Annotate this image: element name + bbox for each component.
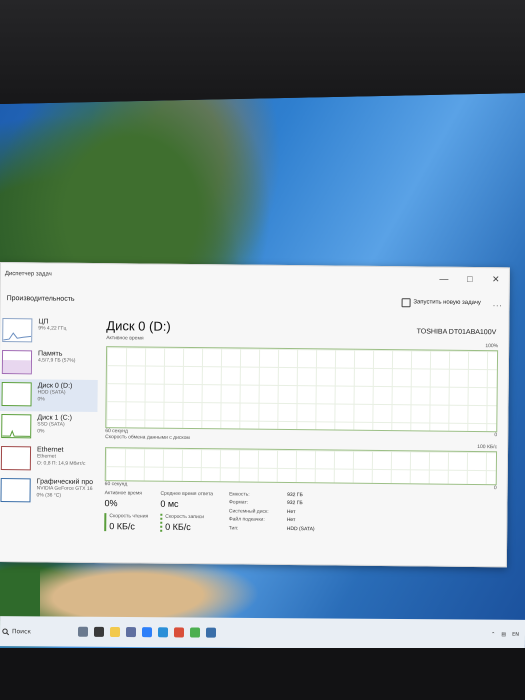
prop-key: Формат: (228, 499, 249, 507)
sidebar-item-sub2: 0% (36 °C) (36, 492, 62, 499)
network-icon[interactable]: ▤ (501, 632, 506, 638)
chevron-up-icon[interactable]: ⌃ (491, 632, 495, 638)
sidebar-item-ethernet[interactable]: Ethernet Ethernet О: 0,8 П: 14,9 Мбит/с (0, 443, 97, 476)
app-icon[interactable] (93, 626, 105, 637)
axis-zero-label: 0 (493, 485, 497, 492)
disk-detail-panel: Диск 0 (D:) TOSHIBA DT01ABA100V Активное… (104, 318, 498, 562)
sidebar-item-gpu[interactable]: Графический про NVIDIA GeForce GTX 16 0%… (0, 475, 97, 508)
prop-value: 932 ГБ (287, 492, 303, 499)
disk1-mini-graph (1, 414, 32, 439)
prop-key: Системный диск: (228, 508, 269, 515)
response-time-value: 0 мс (160, 498, 179, 509)
sidebar-item-sub: 4,5/7,9 ГБ (57%) (37, 357, 76, 364)
gpu-mini-graph (0, 478, 31, 503)
memory-fill (2, 360, 31, 374)
cpu-sparkline (3, 332, 32, 341)
read-speed-value: 0 КБ/с (109, 521, 135, 532)
taskbar: Поиск ⌃ ▤ EN (0, 616, 525, 650)
write-speed-value: 0 КБ/с (165, 521, 191, 533)
sidebar-item-sub2: 0% (37, 396, 45, 403)
performance-sidebar: ЦП 9% 4,22 ГГц Память 4,5/7,9 ГБ (57%) Д… (0, 315, 98, 562)
memory-mini-graph (1, 350, 33, 375)
sidebar-item-memory[interactable]: Память 4,5/7,9 ГБ (57%) (0, 347, 98, 380)
active-time-max: 100% (485, 343, 499, 350)
close-icon[interactable]: ✕ (483, 274, 509, 285)
disk0-mini-graph (1, 382, 32, 407)
transfer-rate-max: 100 КБ/с (477, 444, 498, 451)
sidebar-item-disk0[interactable]: Диск 0 (D:) HDD (SATA) 0% (0, 379, 98, 413)
disk-model: TOSHIBA DT01ABA100V (416, 328, 497, 337)
prop-key: Емкость: (229, 491, 250, 498)
search-label: Поиск (11, 627, 32, 635)
run-new-task-button[interactable]: Запустить новую задачу (401, 297, 481, 308)
app-icon[interactable] (125, 627, 137, 638)
task-manager-window: Диспетчер задач — □ ✕ Производительность… (0, 262, 510, 568)
maximize-icon[interactable]: □ (457, 274, 483, 284)
time-span-label: 60 секунд (104, 481, 128, 488)
monitor-bezel-bottom (0, 648, 525, 700)
stat-label: Среднее время ответа (160, 490, 214, 498)
disk-properties: Емкость: 932 ГБ Формат: 932 ГБ Системный… (229, 491, 315, 533)
disk-title: Диск 0 (D:) (106, 318, 171, 334)
axis-zero-label: 0 (494, 432, 498, 439)
system-tray: ⌃ ▤ EN (491, 632, 519, 638)
stat-label: Скорость записи (165, 513, 205, 521)
store-icon[interactable] (157, 627, 169, 638)
taskbar-apps (77, 626, 217, 638)
prop-value: Нет (286, 517, 296, 524)
prop-value: HDD (SATA) (286, 525, 315, 532)
page-title: Производительность (6, 294, 75, 303)
search-icon (2, 628, 10, 635)
edge-icon[interactable] (141, 627, 153, 638)
active-time-label: Активное время (106, 335, 144, 342)
minimize-icon[interactable]: — (431, 274, 457, 284)
stat-label: Активное время (104, 490, 143, 497)
stat-label: Скорость чтения (109, 513, 149, 520)
ethernet-mini-graph (0, 446, 32, 471)
window-title: Диспетчер задач (4, 271, 52, 278)
sidebar-item-sub2: О: 0,8 П: 14,9 Мбит/с (36, 460, 86, 467)
task-view-icon[interactable] (77, 626, 89, 637)
transfer-rate-label: Скорость обмена данными с диском (105, 434, 190, 441)
prop-key: Тип: (228, 525, 239, 532)
run-new-task-label: Запустить новую задачу (413, 299, 481, 307)
prop-value: Нет (286, 508, 296, 515)
language-indicator[interactable]: EN (512, 632, 519, 638)
cpu-mini-graph (2, 318, 33, 343)
disk-stats: Активное время 0% Скорость чтения 0 КБ/с… (104, 490, 496, 535)
sidebar-item-sub: 9% 4,22 ГГц (38, 325, 67, 332)
transfer-rate-graph (104, 447, 498, 486)
active-time-graph (105, 346, 499, 433)
prop-value: 932 ГБ (286, 500, 303, 507)
sidebar-item-cpu[interactable]: ЦП 9% 4,22 ГГц (0, 315, 98, 348)
prop-key: Файл подкачки: (228, 516, 265, 523)
app-icon[interactable] (173, 627, 185, 638)
file-explorer-icon[interactable] (109, 626, 121, 638)
sidebar-item-sub2: 0% (37, 428, 45, 435)
run-task-icon (401, 297, 411, 307)
sidebar-item-disk1[interactable]: Диск 1 (C:) SSD (SATA) 0% (0, 411, 97, 444)
taskbar-search[interactable]: Поиск (2, 628, 62, 635)
task-manager-icon[interactable] (205, 627, 217, 638)
active-time-value: 0% (104, 498, 118, 509)
more-options-icon[interactable]: ... (493, 299, 503, 308)
disk1-sparkline (2, 429, 31, 437)
command-bar: Производительность Запустить новую задач… (0, 285, 508, 316)
app-icon[interactable] (189, 627, 201, 638)
